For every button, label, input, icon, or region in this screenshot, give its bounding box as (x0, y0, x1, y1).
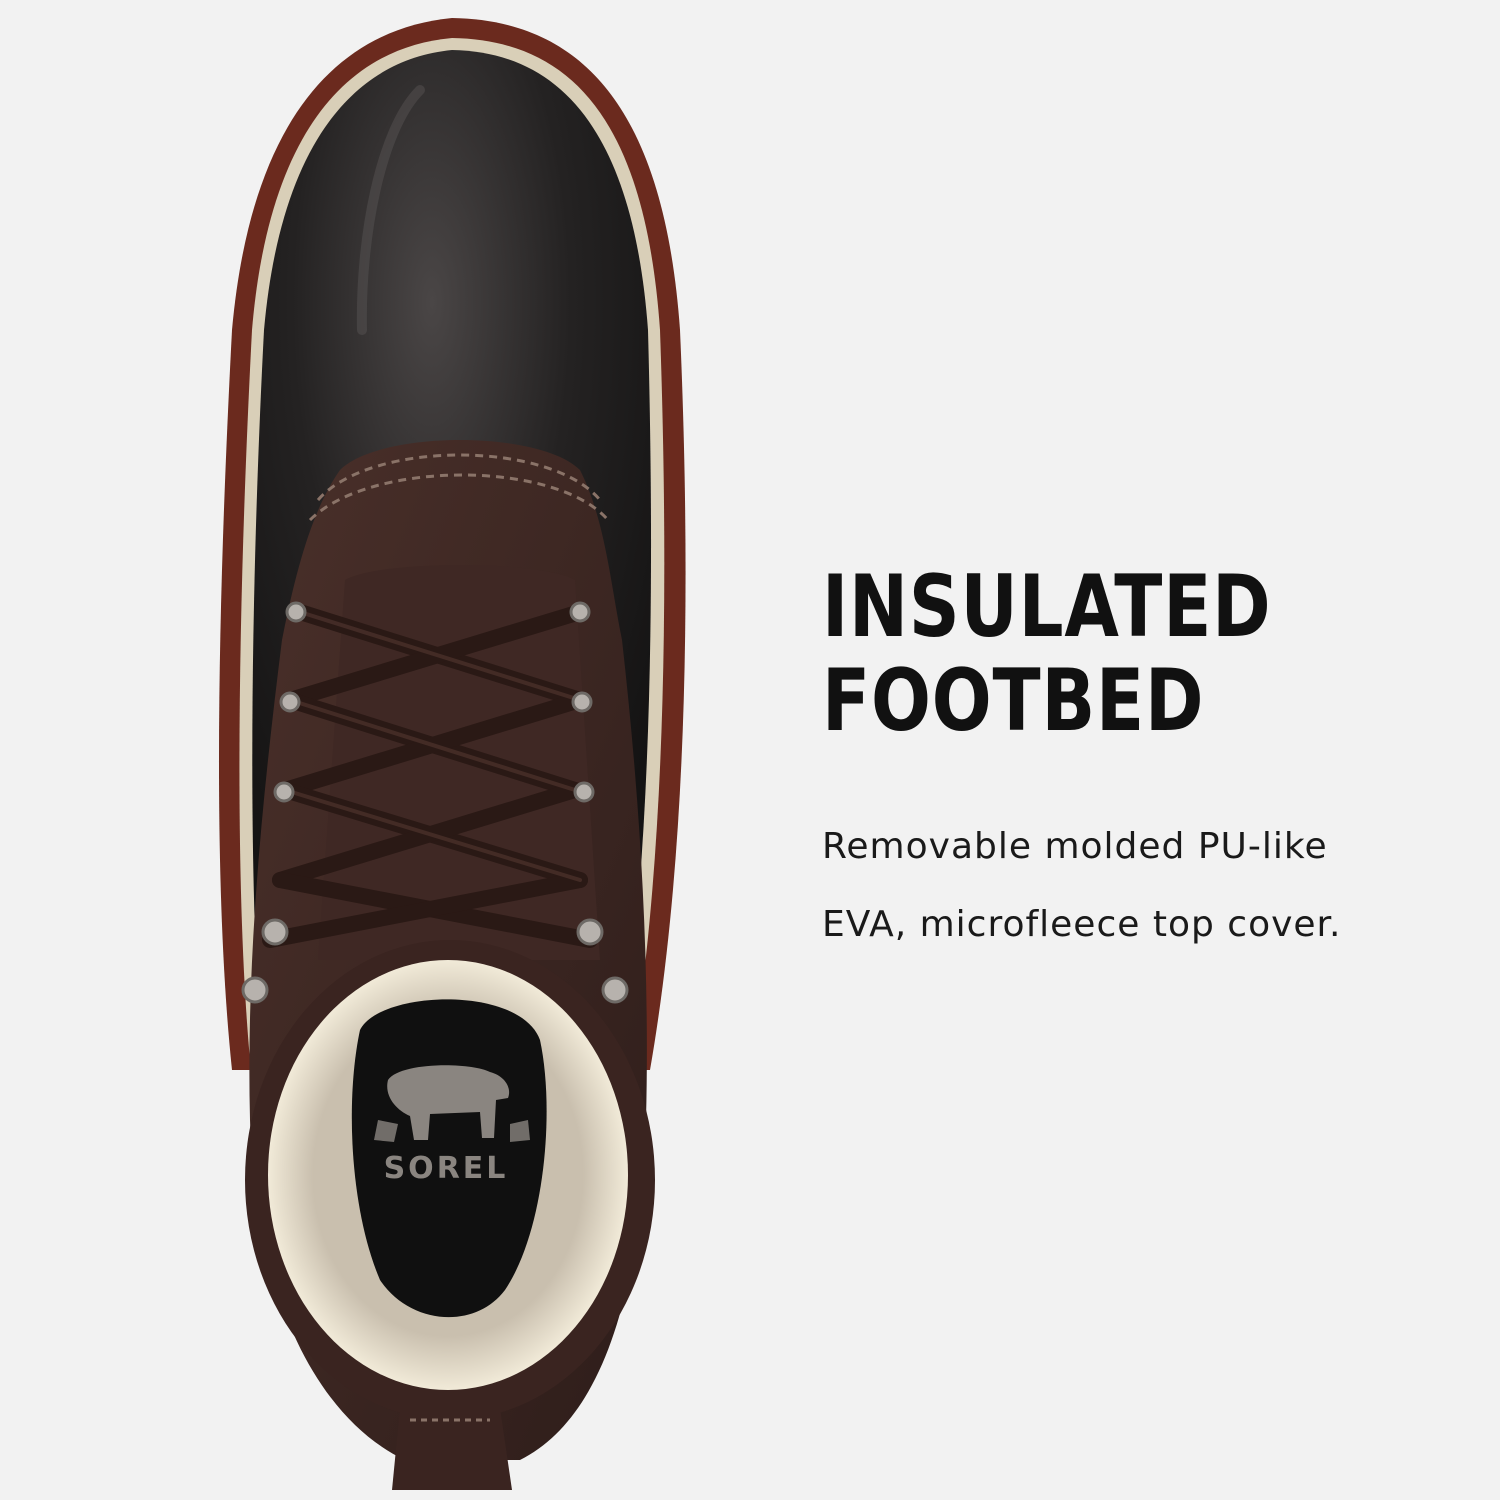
description-line-1: Removable molded PU-like (822, 826, 1328, 867)
headline-line-2: FOOTBED (822, 651, 1205, 751)
headline: INSULATED FOOTBED (822, 560, 1272, 748)
feature-description: Removable molded PU-like EVA, microfleec… (822, 808, 1342, 964)
headline-line-1: INSULATED (822, 557, 1272, 657)
description-line-2: EVA, microfleece top cover. (822, 904, 1342, 945)
sorel-logo: SOREL (384, 1151, 509, 1186)
boot-product-image: SOREL (218, 18, 686, 1490)
